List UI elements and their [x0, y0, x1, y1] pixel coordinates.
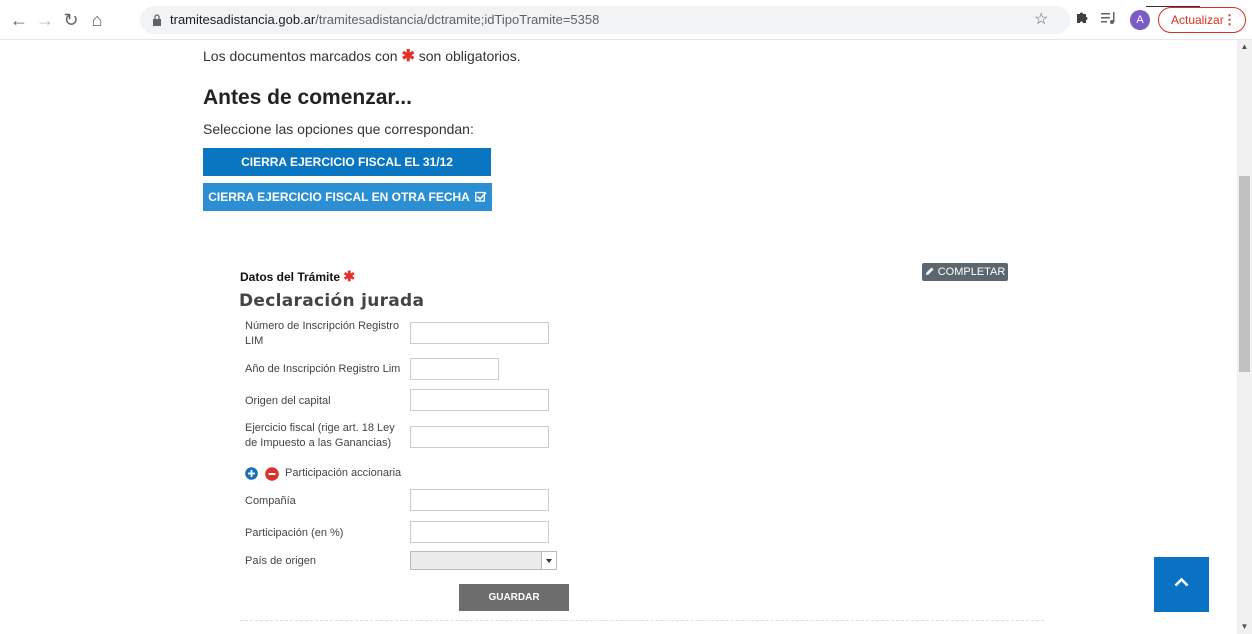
reload-icon[interactable]: ↻ [60, 9, 82, 31]
option-closes-other-date-button[interactable]: CIERRA EJERCICIO FISCAL EN OTRA FECHA [203, 183, 492, 211]
form-subtitle: Declaración jurada [239, 291, 425, 311]
lock-icon [153, 14, 161, 26]
home-icon[interactable]: ⌂ [86, 9, 108, 31]
divider [240, 620, 1044, 621]
option-closes-31-12-button[interactable]: CIERRA EJERCICIO FISCAL EL 31/12 [203, 148, 491, 176]
field-label-registro-lim: Número de Inscripción Registro LIM [245, 320, 400, 347]
extensions-puzzle-icon[interactable] [1074, 9, 1090, 25]
participation-label: Participación accionaria [285, 467, 402, 479]
required-asterisk-icon: ✱ [343, 268, 356, 284]
pencil-icon [925, 267, 934, 275]
remove-circle-icon[interactable] [265, 467, 279, 481]
notice-prefix: Los documentos marcados con [203, 48, 398, 64]
forward-arrow-icon[interactable]: → [34, 9, 56, 31]
update-label: Actualizar [1171, 13, 1224, 27]
complete-button[interactable]: COMPLETAR [922, 263, 1008, 281]
field-label-ejercicio-fiscal: Ejercicio fiscal (rige art. 18 Ley de Im… [245, 422, 395, 449]
url-path: /tramitesadistancia/dctramite;idTipoTram… [315, 12, 600, 27]
field-label-origen-capital: Origen del capital [245, 395, 331, 407]
form-section-label: Datos del Trámite [240, 270, 341, 284]
select-prompt: Seleccione las opciones que correspondan… [203, 121, 474, 137]
page-scrollbar[interactable]: ▲ ▼ [1237, 40, 1252, 634]
bookmark-star-icon[interactable]: ☆ [1034, 9, 1048, 29]
compania-input[interactable] [410, 489, 549, 511]
menu-dots-icon: ⋮ [1223, 12, 1236, 27]
back-to-top-button[interactable] [1154, 557, 1209, 612]
field-label-pais: País de origen [245, 555, 316, 567]
pais-origen-select[interactable] [410, 551, 557, 570]
page-content: Los documentos marcados con ✱ son obliga… [0, 40, 1237, 634]
save-button[interactable]: GUARDAR [459, 584, 569, 611]
anio-lim-input[interactable] [410, 358, 499, 380]
participacion-input[interactable] [410, 521, 549, 543]
address-bar[interactable]: tramitesadistancia.gob.ar/tramitesadista… [140, 6, 1070, 34]
chevron-down-icon[interactable] [541, 552, 556, 569]
scroll-up-icon[interactable]: ▲ [1237, 40, 1252, 54]
profile-avatar[interactable]: A [1130, 10, 1150, 30]
registro-lim-input[interactable] [410, 322, 549, 344]
option-label: CIERRA EJERCICIO FISCAL EN OTRA FECHA [208, 190, 470, 204]
update-browser-button[interactable]: Actualizar ⋮ [1158, 7, 1246, 33]
add-circle-icon[interactable] [245, 467, 258, 480]
media-queue-icon[interactable] [1101, 11, 1117, 25]
checked-box-icon [474, 191, 487, 202]
back-arrow-icon[interactable]: ← [8, 9, 30, 31]
field-label-participacion: Participación (en %) [245, 527, 344, 539]
required-asterisk-icon: ✱ [401, 48, 415, 65]
origen-capital-input[interactable] [410, 389, 549, 411]
scroll-down-icon[interactable]: ▼ [1237, 620, 1252, 634]
ejercicio-fiscal-input[interactable] [410, 426, 549, 448]
chevron-up-icon [1174, 577, 1189, 587]
field-label-compania: Compañía [245, 495, 296, 507]
browser-toolbar: ← → ↻ ⌂ tramitesadistancia.gob.ar/tramit… [0, 0, 1252, 40]
scrollbar-thumb[interactable] [1239, 176, 1250, 372]
field-label-anio-lim: Año de Inscripción Registro Lim [245, 363, 401, 375]
complete-label: COMPLETAR [937, 266, 1006, 278]
url-host: tramitesadistancia.gob.ar [170, 12, 316, 27]
page-title: Antes de comenzar... [203, 86, 412, 109]
form-section-title: Datos del Trámite ✱ [240, 268, 355, 285]
option-label: CIERRA EJERCICIO FISCAL EL 31/12 [241, 155, 453, 169]
notice-suffix: son obligatorios. [418, 48, 521, 64]
url-text: tramitesadistancia.gob.ar/tramitesadista… [170, 12, 599, 27]
required-notice: Los documentos marcados con ✱ son obliga… [203, 46, 521, 66]
